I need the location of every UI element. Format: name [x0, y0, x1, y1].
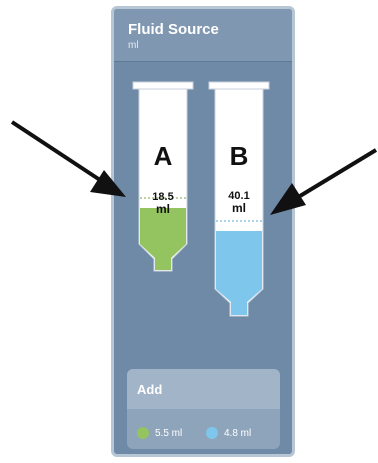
annotation-arrows	[10, 120, 378, 215]
left-arrow-icon	[10, 120, 126, 197]
right-arrow-icon	[270, 148, 378, 215]
